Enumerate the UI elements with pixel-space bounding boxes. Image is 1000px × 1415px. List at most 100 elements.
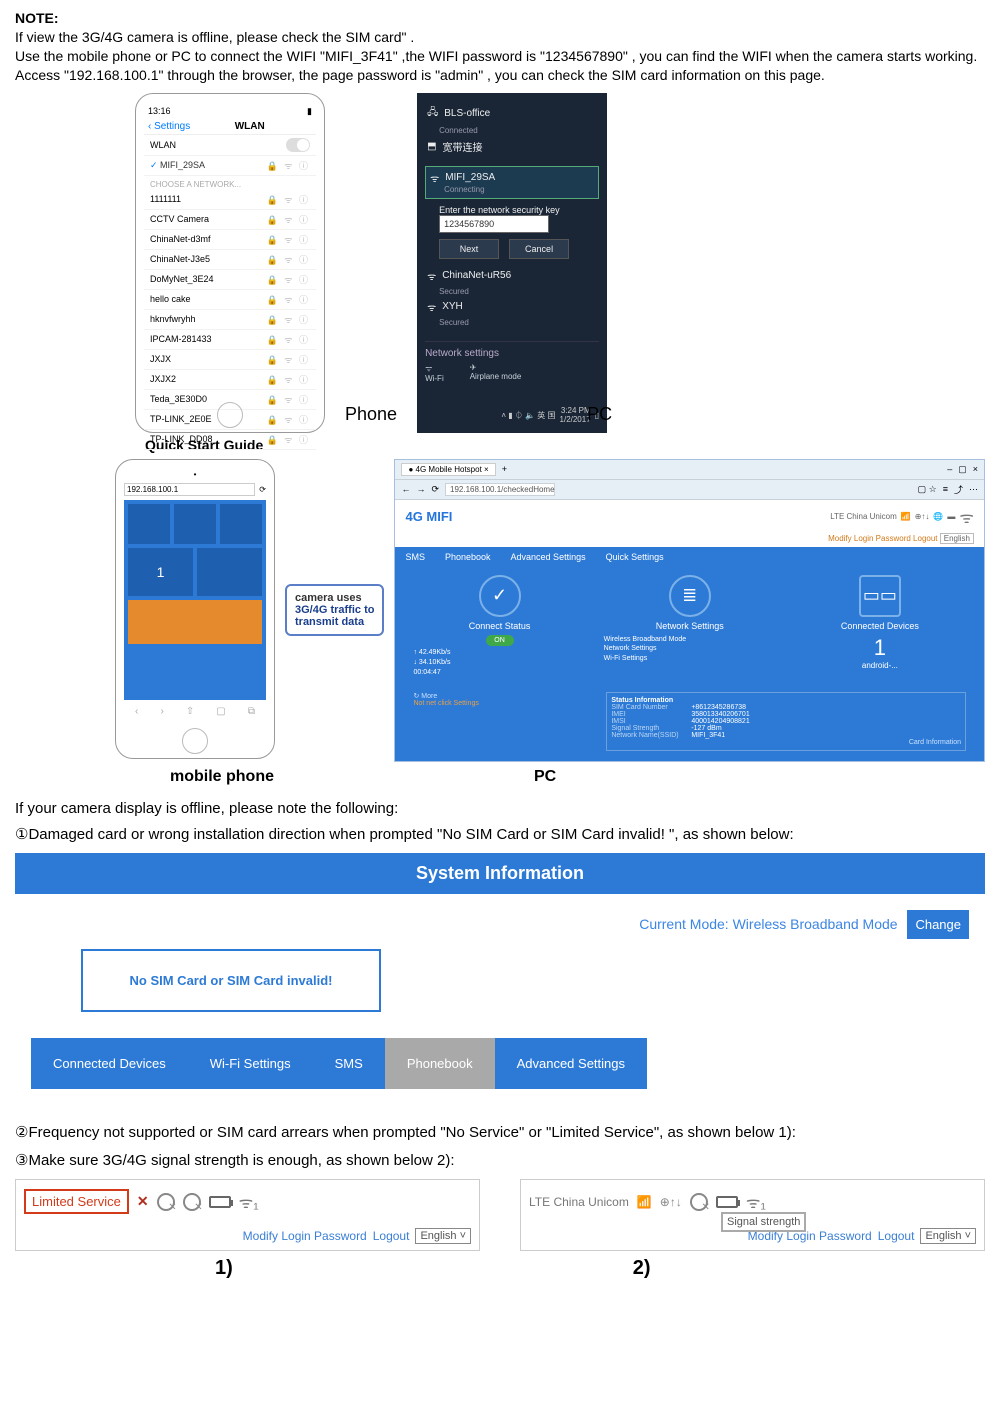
- network-row[interactable]: ChinaNet-J3e5🔒 ᯤ ⓘ: [144, 250, 316, 270]
- wifi-info-icons[interactable]: 🔒 ᯤ ⓘ: [267, 353, 310, 366]
- network-settings-card[interactable]: ≣ Network Settings Wireless Broadband Mo…: [604, 575, 776, 678]
- connected-network-row[interactable]: ✓ MIFI_29SA 🔒 ᯤ ⓘ: [144, 156, 316, 176]
- chinanet-item[interactable]: ᯤ ChinaNet-uR56: [425, 265, 599, 287]
- url-field[interactable]: 192.168.100.1/checkedHome: [445, 483, 555, 496]
- connect-status-card[interactable]: ✓ Connect Status ON ↑ 42.49Kb/s ↓ 34.10K…: [413, 575, 585, 678]
- change-button[interactable]: Change: [907, 910, 969, 939]
- wifi-info-icons[interactable]: 🔒 ᯤ ⓘ: [267, 373, 310, 386]
- nav-back-icon[interactable]: ‹: [135, 706, 138, 717]
- wifi-info-icons[interactable]: 🔒 ᯤ ⓘ: [267, 233, 310, 246]
- xyh-item[interactable]: ᯤ XYH: [425, 296, 599, 318]
- more-icon[interactable]: ⋯: [969, 484, 978, 495]
- airplane-quick-icon[interactable]: ✈Airplane mode: [470, 363, 522, 383]
- lang-select[interactable]: English ˅: [920, 1228, 976, 1244]
- refresh-icon[interactable]: ⟳: [259, 485, 266, 494]
- cancel-button[interactable]: Cancel: [509, 239, 569, 259]
- nav-fwd-icon[interactable]: →: [416, 484, 425, 494]
- wifi-info-icons[interactable]: 🔒 ᯤ ⓘ: [267, 273, 310, 286]
- wifi-info-icons[interactable]: 🔒 ᯤ ⓘ: [267, 313, 310, 326]
- logout-link[interactable]: Logout: [373, 1229, 410, 1243]
- noset-link[interactable]: Not net click Settings: [413, 700, 588, 707]
- nav-pages-icon[interactable]: ⧉: [248, 706, 255, 717]
- network-row[interactable]: JXJX2🔒 ᯤ ⓘ: [144, 370, 316, 390]
- lang-select[interactable]: English: [940, 533, 974, 544]
- tab-badge[interactable]: ● 4G Mobile Hotspot ×: [401, 463, 495, 476]
- share-icon[interactable]: ⤴: [954, 483, 963, 496]
- admin-tab[interactable]: Advanced Settings: [501, 547, 596, 567]
- wifi-info-icons[interactable]: 🔒 ᯤ ⓘ: [267, 293, 310, 306]
- mobile-tile-1[interactable]: [128, 504, 170, 544]
- network-row[interactable]: DoMyNet_3E24🔒 ᯤ ⓘ: [144, 270, 316, 290]
- mifi-sub: Connecting: [444, 185, 594, 194]
- admin-tab[interactable]: SMS: [395, 547, 435, 567]
- network-row[interactable]: JXJX🔒 ᯤ ⓘ: [144, 350, 316, 370]
- sysinfo-tab[interactable]: Wi-Fi Settings: [188, 1038, 313, 1089]
- mobile-tile-5[interactable]: [197, 548, 262, 596]
- wifi-info-icons[interactable]: 🔒 ᯤ ⓘ: [267, 159, 310, 172]
- win-min-icon[interactable]: –: [947, 464, 952, 474]
- card2-r3[interactable]: Wi-Fi Settings: [604, 654, 776, 664]
- wifi-info-icons[interactable]: 🔒 ᯤ ⓘ: [267, 213, 310, 226]
- logout-link[interactable]: Logout: [878, 1229, 915, 1243]
- sysinfo-tab[interactable]: Advanced Settings: [495, 1038, 647, 1089]
- sysinfo-tab[interactable]: Connected Devices: [31, 1038, 188, 1089]
- mobile-url-input[interactable]: [124, 483, 255, 496]
- card2-r2[interactable]: Network Settings: [604, 644, 776, 654]
- network-settings-link[interactable]: Network settings: [425, 341, 599, 359]
- mifi-connecting[interactable]: ᯤ MIFI_29SA Connecting: [425, 166, 599, 199]
- network-row[interactable]: CCTV Camera🔒 ᯤ ⓘ: [144, 210, 316, 230]
- on-toggle[interactable]: ON: [486, 635, 514, 647]
- nav-tabs-icon[interactable]: ▢: [216, 706, 225, 717]
- data-icon: ⊕↑↓: [915, 512, 930, 521]
- modify-login-link[interactable]: Modify Login Password: [828, 534, 911, 543]
- lang-select[interactable]: English ˅: [415, 1228, 471, 1244]
- connected-devices-card[interactable]: ▭▭ Connected Devices 1 android-...: [794, 575, 966, 678]
- network-row[interactable]: hello cake🔒 ᯤ ⓘ: [144, 290, 316, 310]
- sysinfo-tab[interactable]: Phonebook: [385, 1038, 495, 1089]
- wifi-info-icons[interactable]: 🔒 ᯤ ⓘ: [267, 193, 310, 206]
- tray-icons[interactable]: ˄ ▮ ⏀ 🔈 英 国: [501, 410, 555, 421]
- wifi-info-icons[interactable]: 🔒 ᯤ ⓘ: [267, 413, 310, 426]
- logout-link[interactable]: Logout: [913, 534, 937, 543]
- more-link[interactable]: ↻ More: [413, 692, 588, 700]
- back-button[interactable]: ‹ Settings: [148, 121, 190, 132]
- nav-fwd-icon[interactable]: ›: [160, 706, 163, 717]
- network-row[interactable]: ChinaNet-d3mf🔒 ᯤ ⓘ: [144, 230, 316, 250]
- nav-back-icon[interactable]: ←: [401, 484, 410, 494]
- mobile-tile-3[interactable]: [220, 504, 262, 544]
- mobile-tile-2[interactable]: [174, 504, 216, 544]
- reading-icon[interactable]: ≡: [943, 484, 948, 494]
- network-row[interactable]: 1111111🔒 ᯤ ⓘ: [144, 190, 316, 210]
- new-tab-icon[interactable]: +: [502, 464, 507, 474]
- bls-network[interactable]: 🖧 BLS-office: [425, 101, 599, 126]
- nav-refresh-icon[interactable]: ⟳: [431, 484, 439, 495]
- win-max-icon[interactable]: ▢: [958, 464, 967, 475]
- network-row[interactable]: TP-LINK_2E0E🔒 ᯤ ⓘ: [144, 410, 316, 430]
- modify-login-link[interactable]: Modify Login Password: [243, 1229, 367, 1243]
- card-info-link[interactable]: Card Information: [611, 739, 961, 746]
- network-key-input[interactable]: [439, 215, 549, 233]
- network-row[interactable]: hknvfwryhh🔒 ᯤ ⓘ: [144, 310, 316, 330]
- wifi-info-icons[interactable]: 🔒 ᯤ ⓘ: [267, 333, 310, 346]
- broadband-item[interactable]: ⬒ 宽带连接: [425, 135, 599, 158]
- mobile-big-tile[interactable]: 1: [128, 548, 193, 596]
- network-row[interactable]: Teda_3E30D0🔒 ᯤ ⓘ: [144, 390, 316, 410]
- sysinfo-tab[interactable]: SMS: [313, 1038, 385, 1089]
- toggle-icon[interactable]: [286, 138, 310, 152]
- nav-share-icon[interactable]: ⇧: [186, 706, 194, 717]
- wifi-info-icons[interactable]: 🔒 ᯤ ⓘ: [267, 433, 310, 446]
- network-row[interactable]: IPCAM-281433🔒 ᯤ ⓘ: [144, 330, 316, 350]
- next-button[interactable]: Next: [439, 239, 499, 259]
- wlan-toggle-row[interactable]: WLAN: [144, 135, 316, 156]
- admin-tab[interactable]: Quick Settings: [596, 547, 674, 567]
- mobile-url-bar[interactable]: ⟳: [124, 483, 266, 496]
- win-close-icon[interactable]: ×: [973, 464, 978, 474]
- admin-tab[interactable]: Phonebook: [435, 547, 501, 567]
- card2-r1[interactable]: Wireless Broadband Mode: [604, 635, 776, 645]
- wifi-info-icons[interactable]: 🔒 ᯤ ⓘ: [267, 393, 310, 406]
- network-row[interactable]: TP-LINK_DD08🔒 ᯤ ⓘ: [144, 430, 316, 450]
- star-icon[interactable]: ▢ ☆: [918, 484, 937, 495]
- wifi-quick-icon[interactable]: ᯤWi-Fi: [425, 363, 444, 383]
- mobile-orange-tile[interactable]: [128, 600, 262, 644]
- wifi-info-icons[interactable]: 🔒 ᯤ ⓘ: [267, 253, 310, 266]
